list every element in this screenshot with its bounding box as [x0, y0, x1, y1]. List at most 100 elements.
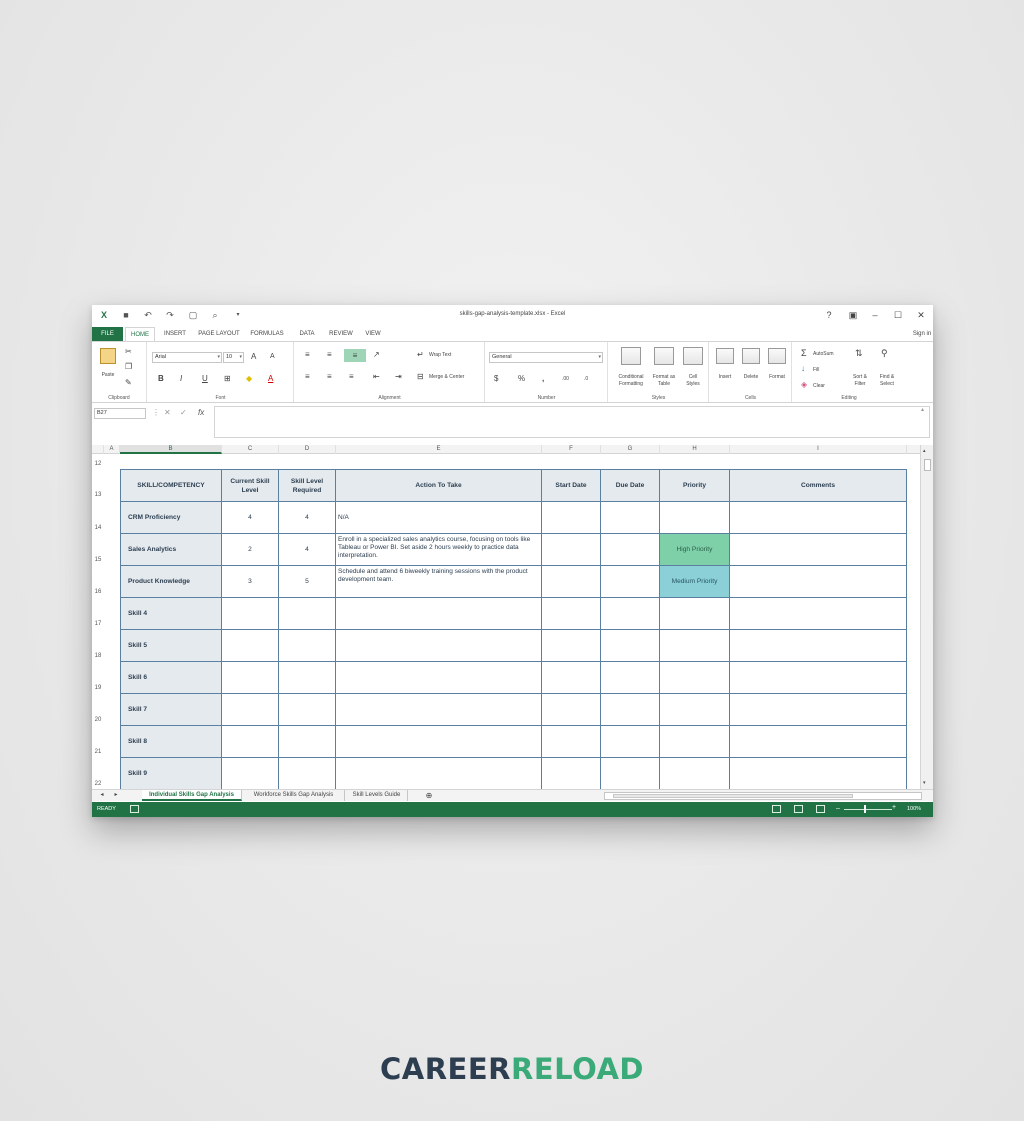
- tab-view[interactable]: VIEW: [360, 327, 386, 341]
- row-header[interactable]: 12: [92, 461, 104, 467]
- sign-in-link[interactable]: Sign in: [910, 327, 933, 341]
- increase-font-icon[interactable]: A: [251, 352, 256, 362]
- priority-cell[interactable]: High Priority: [659, 533, 730, 566]
- column-header[interactable]: F: [542, 445, 601, 454]
- zoom-level[interactable]: 100%: [907, 806, 921, 812]
- skill-cell[interactable]: Sales Analytics: [120, 533, 222, 566]
- comments-cell[interactable]: [729, 725, 907, 758]
- header-cell[interactable]: SKILL/COMPETENCY: [120, 469, 222, 502]
- header-cell[interactable]: Priority: [659, 469, 730, 502]
- vertical-scrollbar[interactable]: ▴ ▾: [920, 445, 933, 790]
- skill-cell[interactable]: Skill 8: [120, 725, 222, 758]
- current-level-cell[interactable]: [221, 725, 279, 758]
- due-date-cell[interactable]: [600, 757, 660, 789]
- wrap-text-button[interactable]: Wrap Text: [429, 352, 451, 358]
- header-cell[interactable]: Start Date: [541, 469, 601, 502]
- maximize-button[interactable]: ☐: [890, 308, 906, 322]
- align-middle-icon[interactable]: ≡: [327, 350, 332, 360]
- action-cell[interactable]: [335, 661, 542, 694]
- current-level-cell[interactable]: 3: [221, 565, 279, 598]
- binoculars-icon[interactable]: ⚲: [881, 348, 888, 358]
- select-all-corner[interactable]: [92, 445, 104, 454]
- tab-insert[interactable]: INSERT: [160, 327, 190, 341]
- column-header[interactable]: A: [104, 445, 120, 454]
- start-date-cell[interactable]: [541, 597, 601, 630]
- row-header[interactable]: 18: [92, 653, 104, 659]
- minimize-button[interactable]: –: [867, 308, 883, 322]
- priority-cell[interactable]: [659, 693, 730, 726]
- due-date-cell[interactable]: [600, 661, 660, 694]
- start-date-cell[interactable]: [541, 501, 601, 534]
- required-level-cell[interactable]: 5: [278, 565, 336, 598]
- column-header[interactable]: C: [222, 445, 279, 454]
- font-color-icon[interactable]: A: [268, 374, 273, 384]
- current-level-cell[interactable]: [221, 757, 279, 789]
- comments-cell[interactable]: [729, 533, 907, 566]
- delete-cells-button[interactable]: Delete: [738, 374, 764, 380]
- zoom-slider[interactable]: [844, 809, 892, 810]
- align-right-icon[interactable]: ≡: [349, 372, 354, 382]
- action-cell[interactable]: Enroll in a specialized sales analytics …: [335, 533, 542, 566]
- decrease-font-icon[interactable]: A: [270, 352, 275, 362]
- priority-cell[interactable]: [659, 501, 730, 534]
- sheet-tab-skill-levels[interactable]: Skill Levels Guide: [346, 790, 408, 801]
- name-box[interactable]: B27: [94, 408, 146, 419]
- header-cell[interactable]: Action To Take: [335, 469, 542, 502]
- fill-color-icon[interactable]: ◆: [246, 374, 252, 384]
- action-cell[interactable]: [335, 693, 542, 726]
- required-level-cell[interactable]: [278, 661, 336, 694]
- merge-center-icon[interactable]: ⊟: [417, 372, 424, 382]
- skill-cell[interactable]: Skill 6: [120, 661, 222, 694]
- comments-cell[interactable]: [729, 661, 907, 694]
- close-button[interactable]: ✕: [913, 308, 929, 322]
- tab-file[interactable]: FILE: [92, 327, 123, 341]
- clear-button[interactable]: Clear: [813, 383, 825, 389]
- decrease-decimal-icon[interactable]: .0: [584, 374, 588, 384]
- column-header[interactable]: D: [279, 445, 336, 454]
- action-cell[interactable]: [335, 629, 542, 662]
- tab-home[interactable]: HOME: [125, 327, 155, 341]
- start-date-cell[interactable]: [541, 629, 601, 662]
- page-layout-view-icon[interactable]: [794, 805, 803, 813]
- start-date-cell[interactable]: [541, 725, 601, 758]
- priority-cell[interactable]: Medium Priority: [659, 565, 730, 598]
- start-date-cell[interactable]: [541, 693, 601, 726]
- row-header[interactable]: 21: [92, 749, 104, 755]
- vertical-scroll-thumb[interactable]: [924, 459, 931, 471]
- copy-icon[interactable]: ❐: [125, 362, 132, 372]
- priority-cell[interactable]: [659, 629, 730, 662]
- skill-cell[interactable]: Skill 4: [120, 597, 222, 630]
- delete-cells-icon[interactable]: [742, 348, 760, 364]
- fill-icon[interactable]: ↓: [801, 364, 805, 374]
- skill-cell[interactable]: Product Knowledge: [120, 565, 222, 598]
- collapse-formula-icon[interactable]: ▴: [921, 406, 924, 413]
- number-format-select[interactable]: General ▾: [489, 352, 603, 363]
- ribbon-display-icon[interactable]: ▣: [845, 308, 861, 322]
- help-button[interactable]: ?: [821, 308, 837, 322]
- start-date-cell[interactable]: [541, 661, 601, 694]
- align-bottom-icon[interactable]: ≡: [344, 349, 366, 362]
- current-level-cell[interactable]: [221, 629, 279, 662]
- normal-view-icon[interactable]: [772, 805, 781, 813]
- increase-indent-icon[interactable]: ⇥: [395, 372, 402, 382]
- scroll-down-icon[interactable]: ▾: [923, 778, 926, 788]
- percent-button[interactable]: %: [518, 374, 525, 384]
- macro-record-icon[interactable]: [130, 805, 139, 813]
- start-date-cell[interactable]: [541, 565, 601, 598]
- orientation-icon[interactable]: ↗: [373, 350, 380, 360]
- comments-cell[interactable]: [729, 597, 907, 630]
- bold-button[interactable]: B: [158, 374, 164, 384]
- row-header[interactable]: 15: [92, 557, 104, 563]
- column-header[interactable]: G: [601, 445, 660, 454]
- header-cell[interactable]: Comments: [729, 469, 907, 502]
- skill-cell[interactable]: Skill 5: [120, 629, 222, 662]
- due-date-cell[interactable]: [600, 533, 660, 566]
- required-level-cell[interactable]: [278, 725, 336, 758]
- sort-filter-icon[interactable]: ⇅: [855, 348, 863, 358]
- due-date-cell[interactable]: [600, 597, 660, 630]
- required-level-cell[interactable]: [278, 757, 336, 789]
- row-header[interactable]: 14: [92, 525, 104, 531]
- wrap-text-icon[interactable]: ↵: [417, 350, 424, 360]
- action-cell[interactable]: N/A: [335, 501, 542, 534]
- required-level-cell[interactable]: [278, 629, 336, 662]
